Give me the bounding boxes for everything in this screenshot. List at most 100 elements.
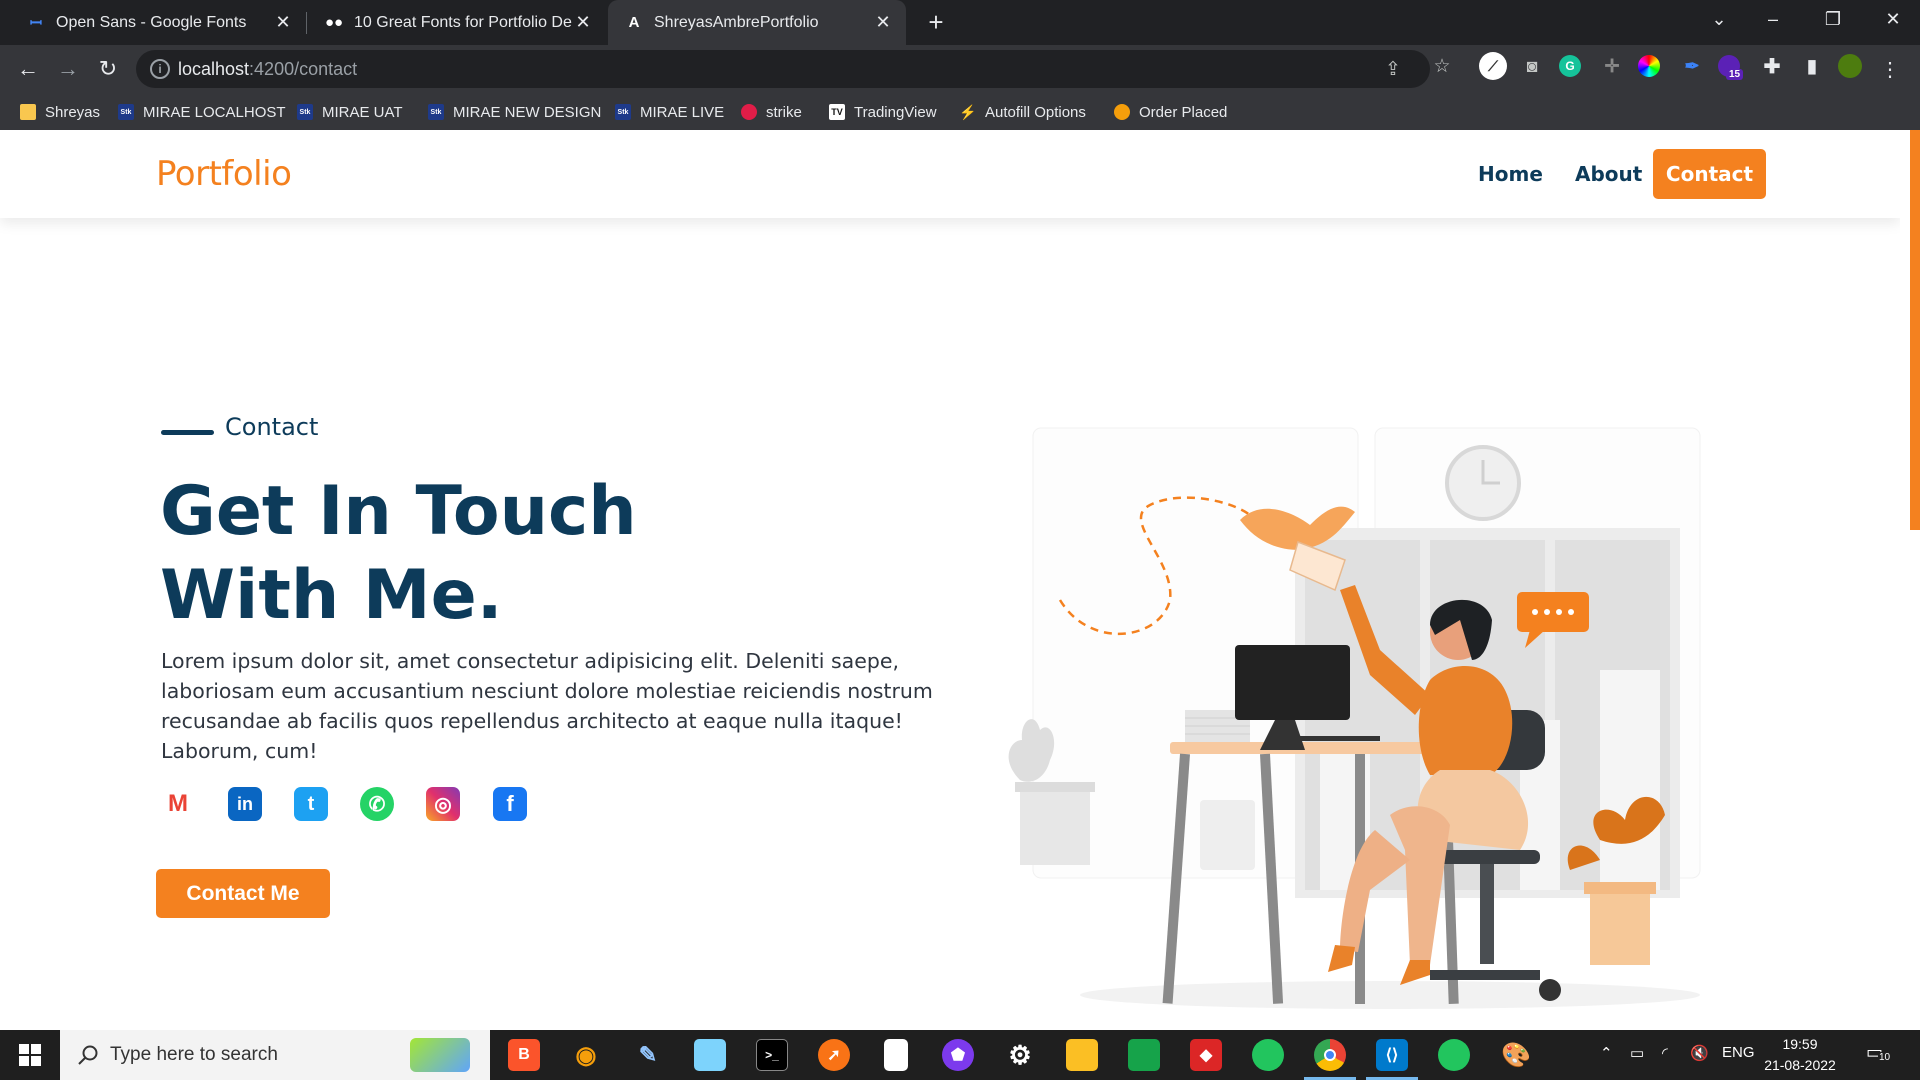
blender-icon[interactable]: ◉ (570, 1039, 602, 1071)
site-info-icon[interactable]: i (150, 59, 170, 79)
spreadsheet-icon[interactable] (1128, 1039, 1160, 1071)
git-icon[interactable]: ◆ (1190, 1039, 1222, 1071)
bookmark-autofill-options[interactable]: ⚡ Autofill Options (959, 95, 1086, 129)
tab-fonts-article[interactable]: ●● 10 Great Fonts for Portfolio Desig ✕ (306, 0, 606, 45)
file-icon[interactable] (884, 1039, 908, 1071)
bookmark-order-placed[interactable]: Order Placed (1114, 95, 1227, 129)
bookmark-mirae-localhost[interactable]: Stk MIRAE LOCALHOST (118, 95, 286, 129)
file-explorer-icon[interactable] (1066, 1039, 1098, 1071)
forward-button[interactable]: → (52, 53, 84, 85)
paint-palette-icon[interactable]: 🎨 (1500, 1039, 1532, 1071)
brave-icon[interactable]: B (508, 1039, 540, 1071)
bookmark-star-icon[interactable]: ☆ (1431, 56, 1453, 78)
chrome-menu-icon[interactable]: ⋮ (1880, 57, 1900, 82)
pen-icon[interactable]: ✒ (1678, 52, 1706, 80)
nav-about-link[interactable]: About (1575, 162, 1642, 186)
linkedin-icon[interactable]: in (228, 787, 262, 821)
extensions-puzzle-icon[interactable]: ✚ (1758, 52, 1786, 80)
color-picker-icon[interactable] (1638, 55, 1660, 77)
scrollbar-thumb[interactable] (1910, 130, 1920, 530)
share-icon[interactable]: ⇪ (1382, 59, 1404, 81)
brand-logo[interactable]: Portfolio (156, 154, 292, 194)
whatsapp-icon[interactable]: ✆ (360, 787, 394, 821)
profile-avatar[interactable] (1838, 54, 1862, 78)
nav-contact-button[interactable]: Contact (1653, 149, 1766, 199)
tab-search-icon[interactable]: ⌄ (1690, 0, 1748, 38)
stock-icon: Stk (428, 104, 444, 120)
taskbar-search[interactable]: Type here to search (60, 1030, 490, 1080)
search-icon (78, 1045, 98, 1065)
reload-button[interactable]: ↻ (92, 53, 124, 85)
crosshair-icon[interactable]: ✛ (1598, 52, 1626, 80)
figma-icon[interactable]: ⬟ (942, 1039, 974, 1071)
new-tab-button[interactable]: + (922, 8, 950, 36)
tab-portfolio[interactable]: A ShreyasAmbrePortfolio ✕ (608, 0, 906, 45)
spring-tools-icon[interactable] (1438, 1039, 1470, 1071)
tradingview-icon: TV (829, 104, 845, 120)
section-eyebrow: Contact (225, 413, 319, 441)
gmail-icon[interactable]: M (161, 787, 195, 821)
tray-chevron-icon[interactable]: ⌃ (1600, 1044, 1613, 1062)
bookmark-tradingview[interactable]: TV TradingView (829, 95, 937, 129)
autofill-icon: ⚡ (959, 103, 977, 120)
eyebrow-line (161, 430, 214, 435)
notes-icon[interactable] (694, 1039, 726, 1071)
bookmark-shreyas[interactable]: Shreyas (20, 95, 100, 129)
spring-icon[interactable] (1252, 1039, 1284, 1071)
search-placeholder: Type here to search (110, 1044, 278, 1065)
postman-icon[interactable]: ➚ (818, 1039, 850, 1071)
minimize-button[interactable]: – (1744, 0, 1802, 38)
close-icon[interactable]: ✕ (272, 11, 294, 33)
twitter-icon[interactable]: t (294, 787, 328, 821)
url-text[interactable]: localhost:4200/contact (178, 59, 357, 80)
system-clock[interactable]: 19:59 21-08-2022 (1755, 1034, 1845, 1076)
back-button[interactable]: ← (12, 53, 44, 85)
folder-icon (20, 104, 36, 120)
bookmark-mirae-live[interactable]: Stk MIRAE LIVE (615, 95, 724, 129)
extension-1-icon[interactable]: ⟋ (1479, 52, 1507, 80)
settings-gear-icon[interactable]: ⚙ (1004, 1039, 1036, 1071)
browser-tab-bar: ꟷ Open Sans - Google Fonts ✕ ●● 10 Great… (0, 0, 1920, 45)
search-highlight-icon[interactable] (410, 1038, 470, 1072)
strike-icon (741, 104, 757, 120)
wifi-icon[interactable]: ◜ (1662, 1044, 1668, 1062)
notification-center-icon[interactable]: ▭ 10 (1866, 1042, 1892, 1066)
start-button[interactable] (0, 1030, 60, 1080)
windows-logo-icon (19, 1044, 41, 1066)
page-heading: Get In Touch With Me. (160, 470, 920, 638)
tab-title: Open Sans - Google Fonts (56, 13, 247, 31)
bookmark-mirae-uat[interactable]: Stk MIRAE UAT (297, 95, 403, 129)
tab-title: 10 Great Fonts for Portfolio Desig (354, 13, 572, 31)
bookmarks-bar: Shreyas Stk MIRAE LOCALHOST Stk MIRAE UAT … (0, 95, 1400, 129)
instagram-icon[interactable]: ◎ (426, 787, 460, 821)
close-window-button[interactable]: ✕ (1864, 0, 1920, 38)
bookmark-mirae-new-design[interactable]: Stk MIRAE NEW DESIGN (428, 95, 601, 129)
close-icon[interactable]: ✕ (872, 11, 894, 33)
contact-me-button[interactable]: Contact Me (156, 869, 330, 918)
contact-illustration (1008, 427, 1701, 1009)
grammarly-icon[interactable]: G (1559, 55, 1581, 77)
tab-title: ShreyasAmbrePortfolio (654, 13, 819, 31)
contact-description: Lorem ipsum dolor sit, amet consectetur … (161, 649, 933, 763)
nav-home-link[interactable]: Home (1478, 162, 1543, 186)
close-icon[interactable]: ✕ (572, 11, 594, 33)
extension-badge-count: 15 (1726, 69, 1744, 80)
battery-icon[interactable]: ▭ (1630, 1044, 1644, 1062)
terminal-icon[interactable]: >_ (756, 1039, 788, 1071)
address-bar[interactable]: i localhost:4200/contact ⇪ ☆ (136, 50, 1451, 88)
facebook-icon[interactable]: f (493, 787, 527, 821)
chrome-icon[interactable] (1314, 1039, 1346, 1071)
language-indicator[interactable]: ENG (1722, 1044, 1755, 1061)
site-navbar: Portfolio Home About Contact (0, 130, 1900, 218)
tab-google-fonts[interactable]: ꟷ Open Sans - Google Fonts ✕ (0, 0, 306, 45)
paint-icon[interactable]: ✎ (632, 1039, 664, 1071)
volume-mute-icon[interactable]: 🔇 (1690, 1044, 1709, 1062)
windows-taskbar: Type here to search B ◉ ✎ >_ ➚ ⬟ ⚙ ◆ ⟨⟩ … (0, 1030, 1920, 1080)
angular-icon: A (628, 14, 640, 31)
vscode-icon[interactable]: ⟨⟩ (1376, 1039, 1408, 1071)
side-panel-icon[interactable]: ▮ (1798, 52, 1826, 80)
camera-icon[interactable]: ◙ (1518, 52, 1546, 80)
bookmark-strike[interactable]: strike (741, 95, 802, 129)
stock-icon: Stk (615, 104, 631, 120)
restore-button[interactable]: ❐ (1804, 0, 1862, 38)
